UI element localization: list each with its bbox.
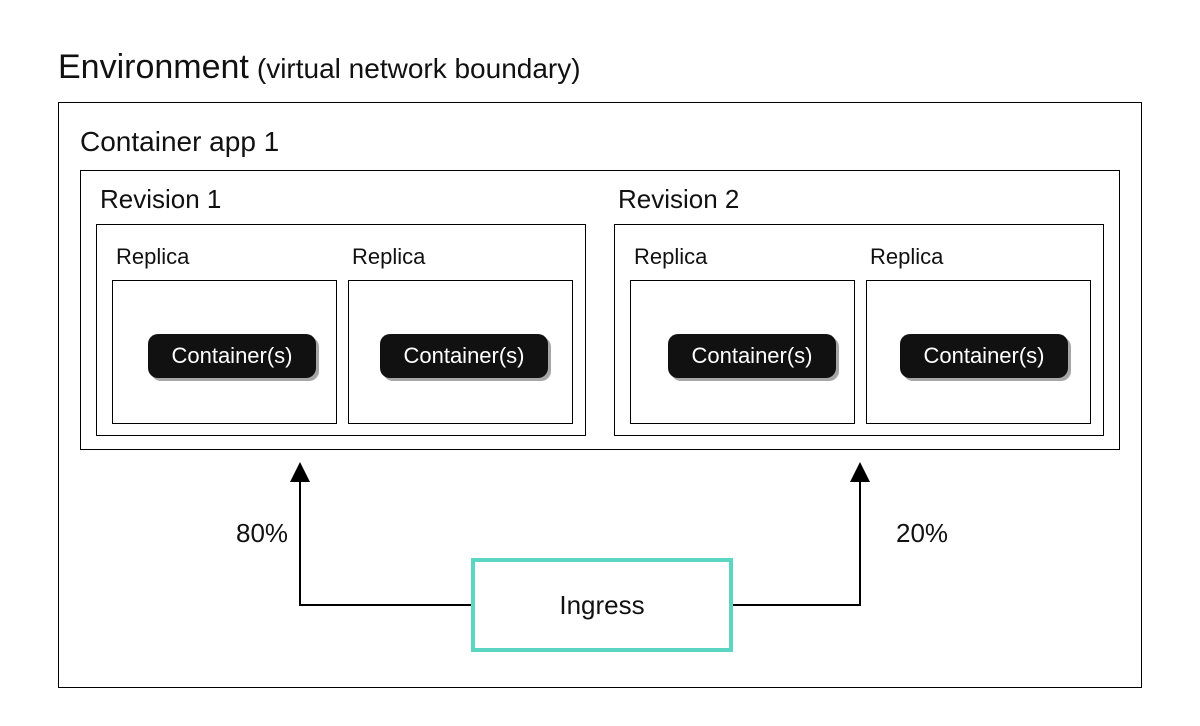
container-chip: Container(s) [148, 334, 316, 378]
traffic-percent-rev1: 80% [236, 518, 288, 549]
ingress-box: Ingress [471, 558, 733, 652]
ingress-label: Ingress [559, 590, 644, 621]
replica-label: Replica [870, 244, 943, 270]
title-sub: (virtual network boundary) [257, 53, 581, 85]
traffic-percent-rev2: 20% [896, 518, 948, 549]
title-main: Environment [58, 48, 249, 87]
revision-1-label: Revision 1 [100, 184, 221, 215]
diagram-title: Environment (virtual network boundary) [58, 48, 581, 87]
replica-label: Replica [634, 244, 707, 270]
container-app-label: Container app 1 [80, 126, 279, 158]
replica-label: Replica [352, 244, 425, 270]
container-chip: Container(s) [380, 334, 548, 378]
replica-label: Replica [116, 244, 189, 270]
revision-2-label: Revision 2 [618, 184, 739, 215]
container-chip: Container(s) [668, 334, 836, 378]
container-chip: Container(s) [900, 334, 1068, 378]
